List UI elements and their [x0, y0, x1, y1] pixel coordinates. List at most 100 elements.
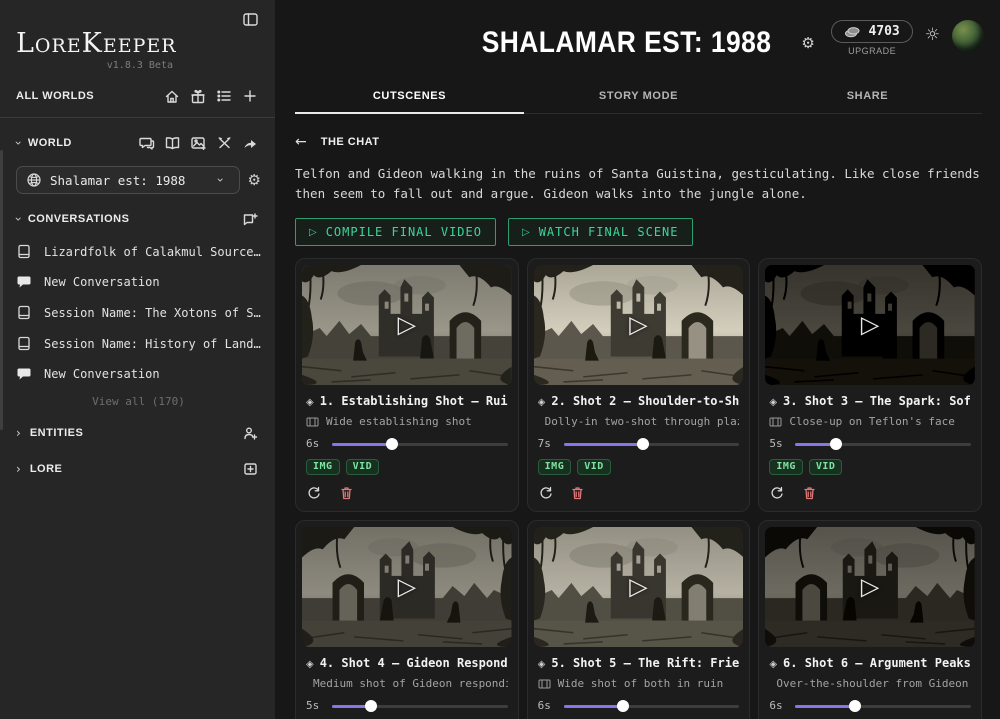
- world-section-label: WORLD: [28, 137, 72, 149]
- scene-title: ◈1. Establishing Shot — Ruins of…: [306, 394, 508, 408]
- duration-slider[interactable]: [564, 438, 740, 450]
- play-icon: ▷: [522, 227, 531, 238]
- regenerate-icon[interactable]: [306, 485, 322, 501]
- film-icon: [306, 417, 319, 427]
- sparkle-icon: ◈: [538, 659, 546, 670]
- upgrade-link[interactable]: UPGRADE: [848, 46, 896, 56]
- delete-icon[interactable]: [338, 485, 354, 501]
- all-worlds-label: ALL WORLDS: [16, 90, 94, 102]
- add-lore-icon[interactable]: [239, 458, 261, 480]
- collapse-sidebar-icon[interactable]: [239, 8, 261, 30]
- user-avatar[interactable]: [952, 20, 984, 52]
- credits-pill[interactable]: 4703: [831, 20, 912, 43]
- world-book-icon[interactable]: [161, 132, 183, 154]
- world-selector-value: Shalamar est: 1988: [50, 173, 210, 188]
- scene-thumbnail[interactable]: ▷: [302, 527, 512, 647]
- coins-icon: [844, 26, 861, 38]
- vid-badge: VID: [346, 459, 380, 475]
- duration-slider[interactable]: [332, 700, 508, 712]
- regenerate-icon[interactable]: [769, 485, 785, 501]
- home-icon[interactable]: [161, 85, 183, 107]
- delete-icon[interactable]: [570, 485, 586, 501]
- watch-final-scene-button[interactable]: ▷ WATCH FINAL SCENE: [508, 218, 693, 246]
- slider-thumb[interactable]: [849, 700, 861, 712]
- duration-slider[interactable]: [332, 438, 508, 450]
- tab-cutscenes[interactable]: CUTSCENES: [295, 82, 524, 114]
- conversation-item[interactable]: New Conversation: [16, 359, 261, 389]
- app-logo: LoreKeeper: [16, 30, 261, 57]
- regenerate-icon[interactable]: [538, 485, 554, 501]
- duration-slider[interactable]: [795, 438, 971, 450]
- duration-label: 6s: [538, 699, 554, 712]
- conversations-label: CONVERSATIONS: [28, 213, 130, 225]
- view-all-link[interactable]: View all (170): [16, 395, 261, 408]
- slider-thumb[interactable]: [617, 700, 629, 712]
- tab-share[interactable]: SHARE: [753, 82, 982, 114]
- scene-shot-description: Medium shot of Gideon responding: [306, 677, 508, 690]
- conversation-item[interactable]: Lizardfolk of Calakmul Source…: [16, 236, 261, 267]
- scene-shot-description: Dolly-in two-shot through plaza: [538, 415, 740, 428]
- chevron-right-icon: ›: [16, 462, 21, 476]
- add-world-icon[interactable]: [239, 85, 261, 107]
- conversations-header[interactable]: › CONVERSATIONS: [16, 208, 261, 230]
- list-icon[interactable]: [213, 85, 235, 107]
- back-arrow-icon: ←: [295, 134, 307, 150]
- world-settings-icon[interactable]: ⚙: [248, 171, 261, 189]
- slider-thumb[interactable]: [637, 438, 649, 450]
- compile-final-video-button[interactable]: ▷ COMPILE FINAL VIDEO: [295, 218, 496, 246]
- app-version: v1.8.3 Beta: [16, 60, 173, 71]
- world-selector[interactable]: Shalamar est: 1988 ›: [16, 166, 240, 194]
- title-settings-icon[interactable]: ⚙: [801, 34, 814, 52]
- conversation-item[interactable]: Session Name: History of Land…: [16, 328, 261, 359]
- globe-icon: [26, 172, 42, 188]
- add-entity-icon[interactable]: [239, 422, 261, 444]
- lore-label: LORE: [30, 463, 63, 475]
- lorekeeper-app: LoreKeeper v1.8.3 Beta ALL WORLDS: [0, 0, 1000, 719]
- world-chat-icon[interactable]: [135, 132, 157, 154]
- tab-story-mode[interactable]: STORY MODE: [524, 82, 753, 114]
- lore-section-header[interactable]: › LORE: [16, 458, 261, 480]
- scene-thumbnail[interactable]: ▷: [765, 265, 975, 385]
- scene-thumbnail[interactable]: ▷: [534, 527, 744, 647]
- entities-section-header[interactable]: › ENTITIES: [16, 422, 261, 444]
- scene-thumbnail[interactable]: ▷: [534, 265, 744, 385]
- scene-card: ▷ ◈5. Shot 5 — The Rift: Friends… Wide s…: [527, 520, 751, 719]
- slider-thumb[interactable]: [365, 700, 377, 712]
- duration-slider[interactable]: [795, 700, 971, 712]
- sparkle-icon: ◈: [769, 397, 777, 408]
- scene-card: ▷ ◈2. Shot 2 — Shoulder-to-Shoulder… Dol…: [527, 258, 751, 512]
- scene-thumbnail[interactable]: ▷: [302, 265, 512, 385]
- scene-description: Telfon and Gideon walking in the ruins o…: [295, 164, 982, 204]
- back-to-chat[interactable]: ← THE CHAT: [295, 134, 982, 150]
- slider-thumb[interactable]: [830, 438, 842, 450]
- entities-label: ENTITIES: [30, 427, 84, 439]
- credits-count: 4703: [868, 24, 899, 39]
- world-tools-icon[interactable]: [213, 132, 235, 154]
- world-image-add-icon[interactable]: [187, 132, 209, 154]
- chevron-right-icon: ›: [16, 426, 21, 440]
- sidebar-scrollbar[interactable]: [0, 150, 3, 430]
- delete-icon[interactable]: [801, 485, 817, 501]
- world-share-icon[interactable]: [239, 132, 261, 154]
- chevron-down-icon: ›: [11, 217, 25, 222]
- slider-thumb[interactable]: [386, 438, 398, 450]
- film-icon: [769, 417, 782, 427]
- scene-title: ◈2. Shot 2 — Shoulder-to-Shoulder…: [538, 394, 740, 408]
- scene-artwork: [534, 527, 744, 647]
- new-conversation-icon[interactable]: [239, 208, 261, 230]
- sparkle-icon: ◈: [769, 659, 777, 670]
- conversation-item[interactable]: Session Name: The Xotons of S…: [16, 297, 261, 328]
- duration-slider[interactable]: [564, 700, 740, 712]
- page-title: SHALAMAR EST: 1988: [482, 26, 772, 60]
- theme-toggle-icon[interactable]: ☼: [925, 25, 940, 45]
- world-section-header[interactable]: › WORLD: [16, 132, 261, 154]
- chevron-down-icon: ›: [11, 141, 25, 146]
- gift-icon[interactable]: [187, 85, 209, 107]
- scene-thumbnail[interactable]: ▷: [765, 527, 975, 647]
- conversation-item[interactable]: New Conversation: [16, 267, 261, 297]
- scene-title: ◈5. Shot 5 — The Rift: Friends…: [538, 656, 740, 670]
- scene-shot-description: Over-the-shoulder from Gideon's side: [769, 677, 971, 690]
- session-book-icon: [16, 305, 32, 320]
- sparkle-icon: ◈: [306, 659, 314, 670]
- main-content: 4703 UPGRADE ☼ SHALAMAR EST: 1988 ⚙ CUTS…: [275, 0, 1000, 719]
